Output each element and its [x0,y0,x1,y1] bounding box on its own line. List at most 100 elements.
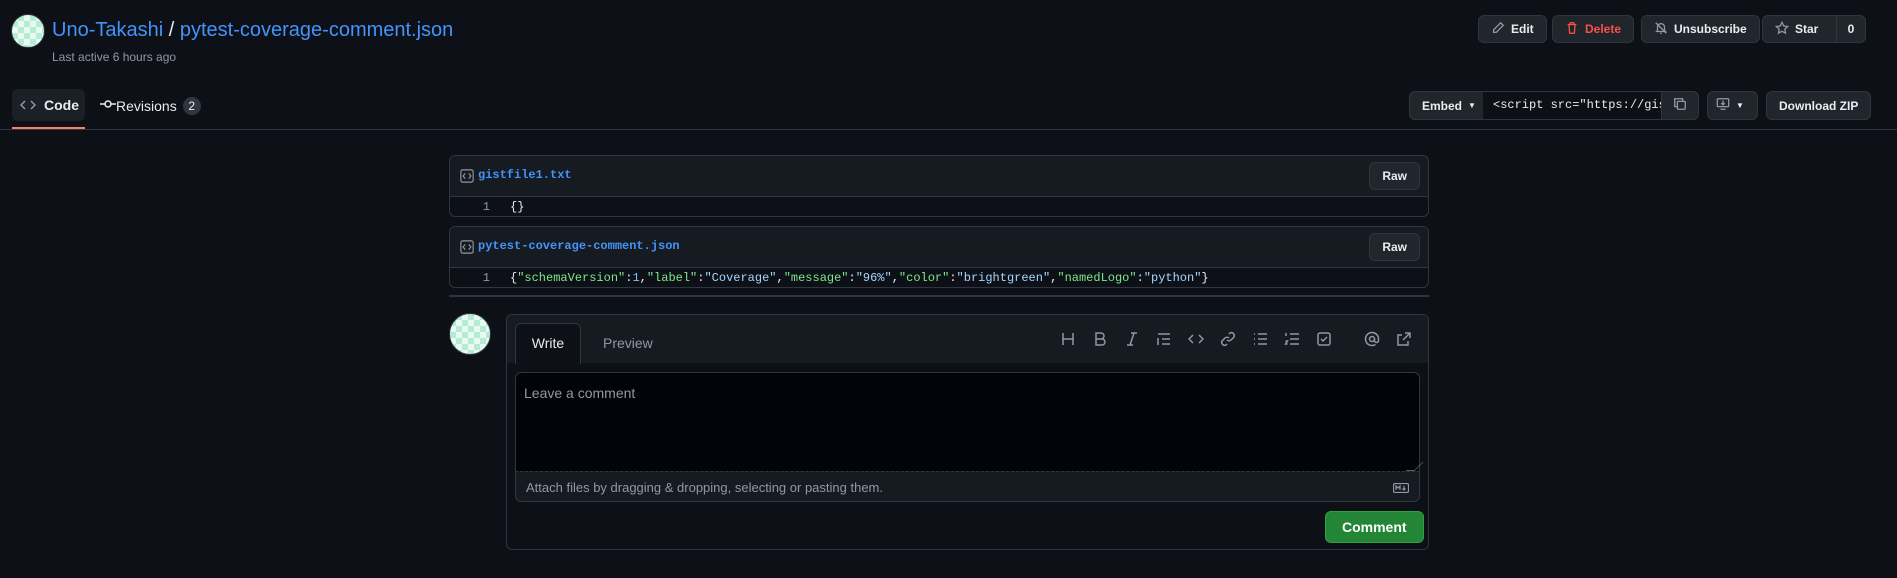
star-label: Star [1795,22,1819,36]
file-box-gistfile1: gistfile1.txt Raw 1 {} [449,155,1429,217]
triangle-down-icon: ▼ [1736,101,1744,110]
raw-button[interactable]: Raw [1369,162,1420,190]
quote-icon[interactable] [1156,331,1172,347]
code-icon[interactable] [1187,331,1205,347]
tab-revisions[interactable]: Revisions 2 [100,96,201,115]
embed-dropdown[interactable]: Embed ▼ [1409,91,1489,120]
mention-icon[interactable] [1364,331,1380,347]
link-icon[interactable] [1220,331,1236,347]
file-name-link[interactable]: gistfile1.txt [478,168,572,182]
tabs-divider [0,129,1897,130]
file-name-link[interactable]: pytest-coverage-comment.json [478,239,680,253]
delete-button[interactable]: Delete [1552,15,1635,43]
json-punct: , [891,271,899,285]
desktop-download-icon [1716,97,1730,114]
comment-placeholder: Leave a comment [524,385,636,401]
json-string: "brightgreen" [956,271,1051,285]
tab-preview[interactable]: Preview [603,335,653,351]
attach-files-bar[interactable]: Attach files by dragging & dropping, sel… [515,471,1420,502]
json-key: "color" [898,271,950,285]
download-zip-button[interactable]: Download ZIP [1766,91,1872,120]
star-count-value: 0 [1847,22,1855,36]
markdown-icon[interactable] [1392,481,1410,496]
bell-slash-icon [1654,21,1668,38]
trash-icon [1565,21,1579,38]
line-number[interactable]: 1 [450,200,490,214]
json-punct: : [1136,271,1144,285]
comment-box: Write Preview Leave a comment Attach fil… [506,314,1429,550]
bold-icon[interactable] [1092,331,1108,347]
comment-submit-button[interactable]: Comment [1325,511,1424,543]
code-line: 1 {"schemaVersion":1,"label":"Coverage",… [450,268,1428,287]
json-punct: : [949,271,957,285]
tab-revisions-label: Revisions [116,97,177,114]
owner-link[interactable]: Uno-Takashi [52,19,163,41]
raw-button[interactable]: Raw [1369,233,1420,261]
json-string: "96%" [855,271,892,285]
tab-code[interactable]: Code [12,89,85,129]
unsubscribe-button[interactable]: Unsubscribe [1641,15,1760,43]
json-punct: : [848,271,856,285]
tab-write-label: Write [531,335,565,351]
comment-submit-label: Comment [1342,519,1407,535]
italic-icon[interactable] [1124,331,1140,347]
code-icon [19,97,37,116]
code-text-json: {"schemaVersion":1,"label":"Coverage","m… [510,271,1209,285]
breadcrumb-separator: / [168,19,175,41]
star-count[interactable]: 0 [1836,15,1866,43]
file-code-icon [460,169,474,183]
star-button[interactable]: Star [1762,15,1837,43]
json-punct: , [776,271,784,285]
json-key: "namedLogo" [1057,271,1137,285]
download-zip-label: Download ZIP [1779,98,1859,113]
json-key: "message" [783,271,849,285]
json-punct: , [639,271,647,285]
json-string: "python" [1143,271,1202,285]
file-header: pytest-coverage-comment.json Raw [450,227,1428,268]
reference-icon[interactable] [1396,331,1412,347]
file-box-pytest-coverage-comment: pytest-coverage-comment.json Raw 1 {"sch… [449,226,1429,288]
embed-label: Embed [1422,98,1463,113]
copy-embed-button[interactable] [1661,91,1699,120]
raw-label: Raw [1382,169,1407,183]
revisions-count: 2 [182,96,201,115]
breadcrumb: Uno-Takashi / pytest-coverage-comment.js… [52,19,453,42]
edit-button[interactable]: Edit [1478,15,1547,43]
triangle-down-icon: ▼ [1468,101,1476,110]
open-desktop-dropdown[interactable]: ▼ [1707,91,1758,120]
tab-code-label: Code [44,97,79,113]
comment-textarea[interactable]: Leave a comment [515,372,1420,472]
gist-name-link[interactable]: pytest-coverage-comment.json [180,19,453,41]
json-key: "schemaVersion" [517,271,626,285]
line-number[interactable]: 1 [450,271,490,285]
tab-write[interactable]: Write [515,323,581,364]
attach-hint: Attach files by dragging & dropping, sel… [526,480,883,495]
heading-icon[interactable] [1060,331,1076,347]
delete-label: Delete [1585,22,1622,36]
json-key: "label" [646,271,698,285]
tab-preview-label: Preview [603,335,653,351]
commenter-avatar [449,313,491,355]
json-punct: } [1201,271,1209,285]
edit-label: Edit [1511,22,1534,36]
ordered-list-icon[interactable] [1284,331,1300,347]
pencil-icon [1491,21,1505,38]
json-string: "Coverage" [704,271,777,285]
task-list-icon[interactable] [1316,331,1332,347]
code-line: 1 {} [450,197,1428,216]
json-number: 1 [632,271,640,285]
copy-icon [1673,97,1687,114]
files-divider [449,295,1429,297]
last-active-text: Last active 6 hours ago [52,50,177,64]
unsubscribe-label: Unsubscribe [1674,22,1747,36]
code-text: {} [510,200,525,214]
embed-url-input[interactable]: <script src="https://gist.github.com/Uno… [1483,91,1662,120]
owner-avatar[interactable] [11,14,45,48]
embed-url-value: <script src="https://gist.github.com/Uno… [1493,98,1661,112]
unordered-list-icon[interactable] [1252,331,1268,347]
commit-icon [100,96,116,115]
file-code-icon [460,240,474,254]
raw-label: Raw [1382,240,1407,254]
file-header: gistfile1.txt Raw [450,156,1428,197]
star-icon [1774,20,1790,38]
